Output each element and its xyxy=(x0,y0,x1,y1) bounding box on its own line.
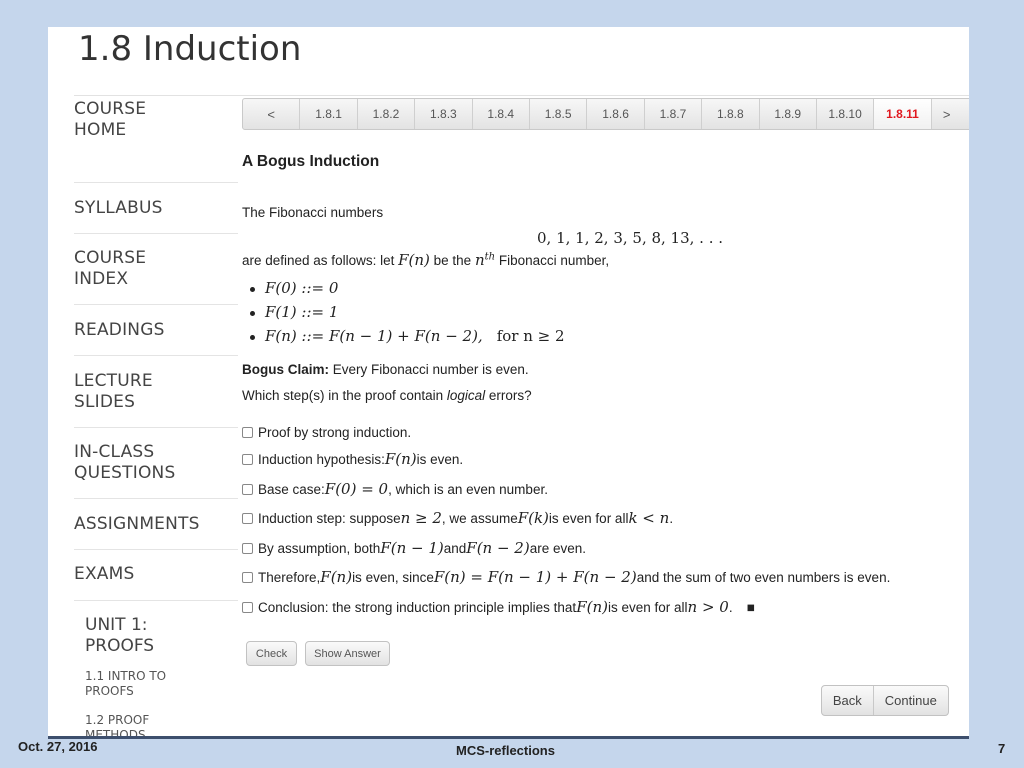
footer-title: MCS-reflections xyxy=(456,743,555,758)
checkbox[interactable] xyxy=(242,453,253,465)
page-title: 1.8 Induction xyxy=(78,29,302,69)
title-divider xyxy=(74,95,969,96)
continue-button[interactable]: Continue xyxy=(874,686,948,715)
seq-tab[interactable]: 1.8.4 xyxy=(473,99,530,129)
seq-tab[interactable]: 1.8.3 xyxy=(415,99,473,129)
unit-title[interactable]: UNIT 1: PROOFS xyxy=(85,615,238,657)
back-continue-group: Back Continue xyxy=(821,685,949,716)
checkbox[interactable] xyxy=(242,427,253,438)
seq-tab[interactable]: 1.8.7 xyxy=(645,99,703,129)
sidebar-item-syllabus[interactable]: SYLLABUS xyxy=(74,183,238,234)
option-induction-hypothesis[interactable]: Induction hypothesis: F(n) is even. xyxy=(242,450,463,468)
slide-footer-rule xyxy=(48,736,969,739)
seq-tab[interactable]: 1.8.1 xyxy=(300,99,358,129)
chevron-left-icon: < xyxy=(267,106,275,122)
sidebar-subitem-intro-to-proofs[interactable]: 1.1 INTRO TO PROOFS xyxy=(85,669,238,699)
show-answer-button[interactable]: Show Answer xyxy=(305,641,390,666)
sidebar-item-exams[interactable]: EXAMS xyxy=(74,550,238,601)
footer-date: Oct. 27, 2016 xyxy=(18,739,98,754)
qed-symbol: ■ xyxy=(746,599,755,615)
checkbox[interactable] xyxy=(242,542,253,554)
sidebar-item-course-index[interactable]: COURSE INDEX xyxy=(74,234,238,305)
sidebar-item-readings[interactable]: READINGS xyxy=(74,305,238,356)
sidebar-item-course-home[interactable]: COURSE HOME xyxy=(74,97,238,183)
seq-tab[interactable]: 1.8.6 xyxy=(587,99,645,129)
question-prompt: Which step(s) in the proof contain logic… xyxy=(242,388,532,403)
sidebar-item-lecture-slides[interactable]: LECTURE SLIDES xyxy=(74,356,238,428)
sidebar-item-assignments[interactable]: ASSIGNMENTS xyxy=(74,499,238,550)
option-by-assumption[interactable]: By assumption, both F(n − 1) and F(n − 2… xyxy=(242,539,586,557)
checkbox[interactable] xyxy=(242,483,253,495)
option-therefore[interactable]: Therefore, F(n) is even, since F(n) = F(… xyxy=(242,568,890,586)
problem-heading: A Bogus Induction xyxy=(242,153,380,170)
slide-number: 7 xyxy=(998,741,1006,756)
option-base-case[interactable]: Base case: F(0) = 0, which is an even nu… xyxy=(242,480,548,498)
checkbox[interactable] xyxy=(242,512,253,524)
back-button[interactable]: Back xyxy=(822,686,874,715)
chevron-right-icon: > xyxy=(942,106,951,122)
sidebar: COURSE HOME SYLLABUS COURSE INDEX READIN… xyxy=(74,97,238,736)
seq-tab[interactable]: 1.8.5 xyxy=(530,99,588,129)
sidebar-item-in-class-questions[interactable]: IN-CLASS QUESTIONS xyxy=(74,428,238,499)
checkbox[interactable] xyxy=(242,601,253,613)
definition-bullet: F(1) ::= 1 xyxy=(250,303,338,321)
seq-next-button[interactable]: > xyxy=(932,99,962,129)
seq-tab[interactable]: 1.8.8 xyxy=(702,99,760,129)
seq-tab[interactable]: 1.8.10 xyxy=(817,99,875,129)
sequence-nav: < 1.8.1 1.8.2 1.8.3 1.8.4 1.8.5 1.8.6 1.… xyxy=(242,98,969,130)
definition-bullet: F(0) ::= 0 xyxy=(250,279,338,297)
fibonacci-sequence: 0, 1, 1, 2, 3, 5, 8, 13, . . . xyxy=(537,229,724,247)
seq-tab[interactable]: 1.8.9 xyxy=(760,99,817,129)
definition-line: are defined as follows: let F(n) be the … xyxy=(242,251,610,269)
option-induction-step[interactable]: Induction step: suppose n ≥ 2, we assume… xyxy=(242,509,673,527)
seq-tab[interactable]: 1.8.2 xyxy=(358,99,416,129)
problem-intro: The Fibonacci numbers xyxy=(242,205,384,220)
seq-prev-button[interactable]: < xyxy=(243,99,301,129)
bogus-claim: Bogus Claim: Every Fibonacci number is e… xyxy=(242,362,529,377)
checkbox[interactable] xyxy=(242,571,253,583)
option-proof-by-strong-induction[interactable]: Proof by strong induction. xyxy=(242,425,411,440)
unit-section: UNIT 1: PROOFS 1.1 INTRO TO PROOFS 1.2 P… xyxy=(74,615,238,736)
definition-bullet: F(n) ::= F(n − 1) + F(n − 2), for n ≥ 2 xyxy=(250,327,565,345)
course-page-panel: 1.8 Induction COURSE HOME SYLLABUS COURS… xyxy=(48,27,969,736)
sidebar-subitem-proof-methods[interactable]: 1.2 PROOF METHODS xyxy=(85,713,238,736)
seq-tab-active[interactable]: 1.8.11 xyxy=(874,99,932,129)
check-button[interactable]: Check xyxy=(246,641,297,666)
option-conclusion[interactable]: Conclusion: the strong induction princip… xyxy=(242,598,755,616)
